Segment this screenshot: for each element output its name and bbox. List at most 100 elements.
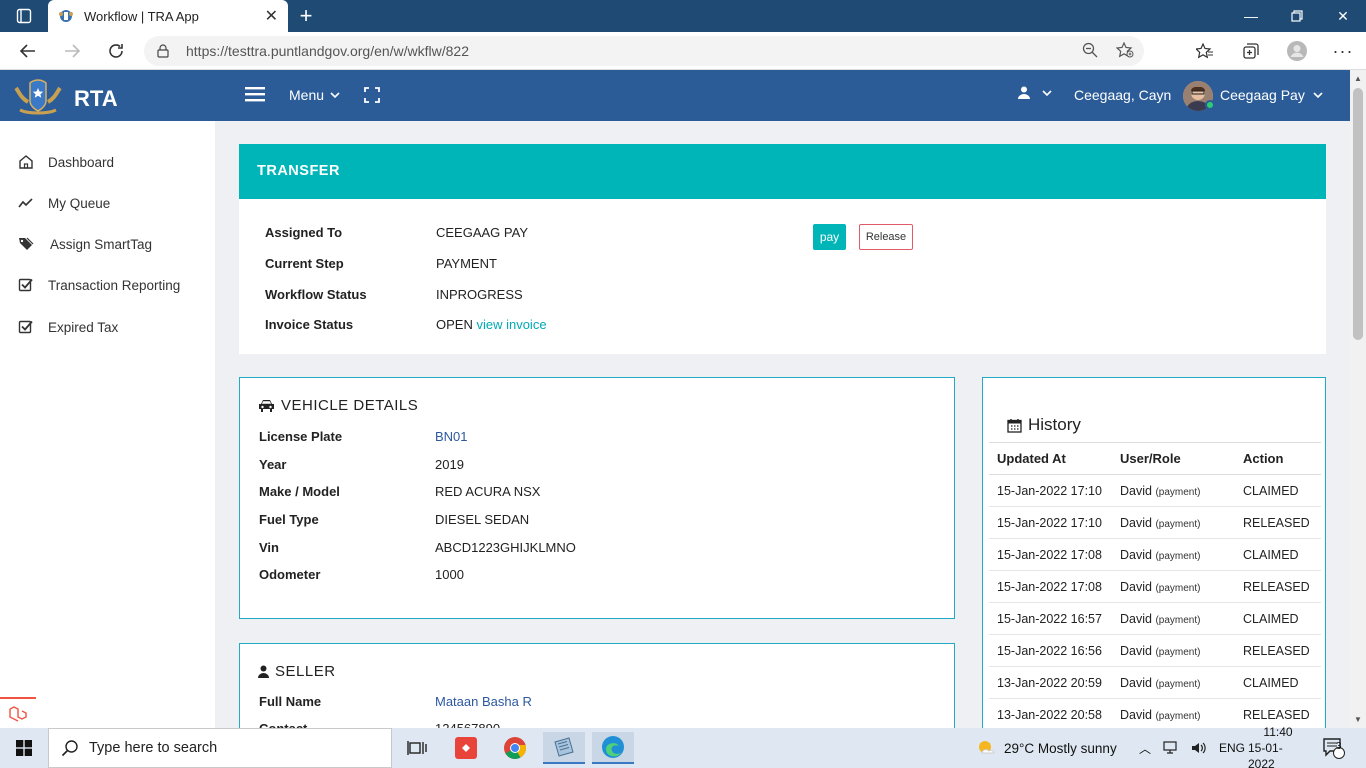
language-indicator[interactable]: ENG [1219,741,1245,755]
current-step-label: Current Step [265,256,344,271]
car-icon [259,399,274,412]
history-title: History [1028,415,1081,434]
tab-close-icon[interactable]: ✕ [265,6,278,26]
forward-button[interactable] [50,32,94,70]
chrome-app-icon[interactable] [494,732,536,764]
weather-text: 29°C Mostly sunny [1004,740,1117,756]
anydesk-app-icon[interactable] [445,732,487,764]
user-icon [258,665,269,678]
history-role: (payment) [1155,614,1201,626]
sidebar-item-my-queue[interactable]: My Queue [18,195,110,211]
new-tab-button[interactable]: + [288,0,324,32]
view-invoice-link[interactable]: view invoice [476,317,546,332]
menu-dropdown-button[interactable]: Menu [289,87,340,103]
history-user: David [1120,707,1152,722]
start-button[interactable] [0,728,48,768]
notepad-app-icon[interactable] [543,732,585,764]
back-button[interactable] [6,32,50,70]
home-icon [19,155,33,169]
sidebar-item-dashboard[interactable]: Dashboard [18,154,114,170]
taskbar-search-input[interactable]: Type here to search [48,728,392,768]
history-updated-at: 15-Jan-2022 17:10 [989,474,1112,507]
volume-icon[interactable] [1191,741,1207,755]
invoice-status-label: Invoice Status [265,317,354,332]
sidebar-item-expired-tax[interactable]: Expired Tax [18,319,118,335]
app-header: RTA Menu Ceegaag, Cayn Ceegaag Pay [0,70,1350,121]
history-user-role: David (payment) [1112,602,1235,635]
sidebar-item-label: Dashboard [48,154,115,170]
table-row: 15-Jan-2022 16:56 David (payment) RELEASED [989,634,1321,667]
history-user-role: David (payment) [1112,570,1235,603]
more-options-icon[interactable]: ··· [1320,32,1366,70]
page-scrollbar[interactable]: ▲ ▼ [1350,70,1366,728]
vin-value: ABCD1223GHIJKLMNO [435,540,576,555]
license-plate-label: License Plate [259,429,343,444]
history-updated-at: 13-Jan-2022 20:58 [989,698,1112,731]
task-view-button[interactable] [396,732,438,764]
workflow-status-label: Workflow Status [265,287,367,302]
transfer-title: TRANSFER [239,144,1326,199]
history-updated-at: 15-Jan-2022 17:08 [989,538,1112,571]
url-text[interactable]: https://testtra.puntlandgov.org/en/w/wkf… [186,43,469,59]
browser-tab-active[interactable]: Workflow | TRA App ✕ [48,0,288,32]
history-user-role: David (payment) [1112,634,1235,667]
zoom-icon[interactable] [1082,42,1098,58]
rta-logo-icon[interactable] [12,78,64,116]
history-user: David [1120,547,1152,562]
sidebar-item-assign-smarttag[interactable]: Assign SmartTag [18,236,152,252]
search-icon [61,740,78,757]
refresh-button[interactable] [94,32,138,70]
sidebar-item-transaction-reporting[interactable]: Transaction Reporting [18,277,180,293]
tab-actions-icon[interactable] [0,0,48,32]
add-favorite-icon[interactable] [1116,42,1134,58]
chevron-up-icon[interactable]: ︿ [1139,740,1151,757]
assigned-to-value: CEEGAAG PAY [436,225,528,240]
history-user: David [1120,515,1152,530]
pay-button[interactable]: pay [813,224,846,250]
user-dropdown-button[interactable] [1018,86,1052,99]
history-action: RELEASED [1235,506,1321,539]
user-short-name[interactable]: Ceegaag, Cayn [1074,87,1171,103]
invoice-status-value: OPEN view invoice [436,317,547,332]
column-header-user-role: User/Role [1112,442,1235,475]
weather-widget[interactable]: 29°C Mostly sunny [976,728,1117,768]
address-bar[interactable]: https://testtra.puntlandgov.org/en/w/wkf… [144,36,1144,66]
clock[interactable]: 11:40 15-01-2022 [1248,725,1308,768]
notification-center-button[interactable]: 3 [1322,728,1346,768]
collections-icon[interactable] [1228,32,1274,70]
invoice-status-text: OPEN [436,317,473,332]
scroll-up-icon[interactable]: ▲ [1354,74,1362,83]
system-tray: ︿ ENG [1139,728,1245,768]
network-icon[interactable] [1163,741,1179,755]
odometer-label: Odometer [259,567,321,582]
vin-label: Vin [259,540,279,555]
restore-button[interactable] [1274,0,1320,32]
scroll-down-icon[interactable]: ▼ [1354,715,1362,724]
seller-full-name-label: Full Name [259,694,322,709]
profile-icon[interactable] [1274,32,1320,70]
minimize-button[interactable]: — [1228,0,1274,32]
hamburger-menu-icon[interactable] [245,85,265,103]
history-user-role: David (payment) [1112,666,1235,699]
year-value: 2019 [435,457,464,472]
clock-date: 15-01-2022 [1248,741,1283,768]
user-menu-button[interactable]: Ceegaag Pay [1220,87,1323,103]
chevron-down-icon [1042,89,1052,96]
scroll-thumb[interactable] [1353,88,1363,340]
vehicle-details-heading: VEHICLE DETAILS [258,397,418,414]
notification-icon [1323,738,1345,759]
lock-icon[interactable] [156,44,170,58]
edge-app-icon[interactable] [592,732,634,764]
release-button[interactable]: Release [859,224,913,250]
close-window-button[interactable]: ✕ [1320,0,1366,32]
search-placeholder: Type here to search [89,740,218,756]
seller-heading: SELLER [258,663,336,680]
fullscreen-icon[interactable] [364,87,380,103]
debugbar-icon[interactable] [0,697,36,728]
favorites-icon[interactable] [1182,32,1228,70]
history-user: David [1120,483,1152,498]
check-square-icon [18,278,33,292]
brand-name[interactable]: RTA [74,86,118,112]
column-header-action: Action [1235,442,1321,475]
table-row: 15-Jan-2022 17:10 David (payment) CLAIMED [989,474,1321,507]
